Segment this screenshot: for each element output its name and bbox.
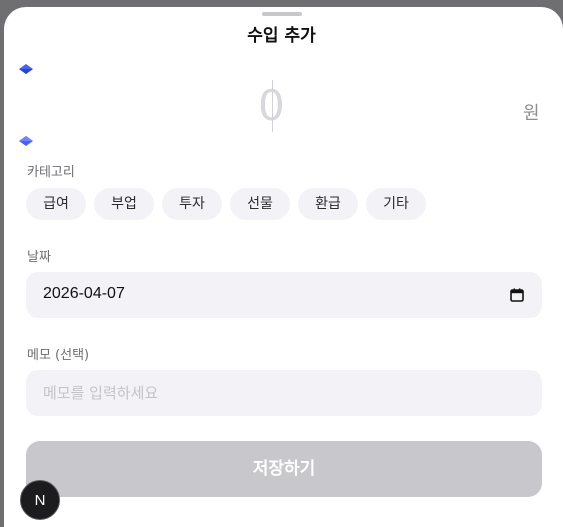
category-chip-investment[interactable]: 투자 (162, 188, 222, 220)
increment-arrow-icon[interactable] (17, 63, 35, 75)
calendar-icon[interactable] (509, 287, 525, 303)
dev-tools-badge[interactable]: N (20, 480, 60, 520)
date-field[interactable]: 2026-04-07 (26, 272, 542, 318)
category-chip-gift[interactable]: 선물 (230, 188, 290, 220)
decrement-arrow-icon[interactable] (17, 135, 35, 147)
memo-label: 메모 (선택) (27, 348, 90, 363)
category-chip-other[interactable]: 기타 (366, 188, 426, 220)
text-caret (272, 80, 273, 132)
memo-input[interactable] (26, 370, 542, 416)
save-button[interactable]: 저장하기 (26, 441, 542, 497)
category-chip-refund[interactable]: 환급 (298, 188, 358, 220)
memo-field (26, 370, 542, 416)
amount-input[interactable]: 0 (200, 80, 350, 134)
category-chip-salary[interactable]: 급여 (26, 188, 86, 220)
sheet-drag-handle[interactable] (262, 12, 302, 16)
currency-unit: 원 (523, 103, 540, 124)
category-label: 카테고리 (27, 165, 75, 180)
sheet-title: 수입 추가 (247, 26, 316, 46)
category-chip-side-job[interactable]: 부업 (94, 188, 154, 220)
date-value: 2026-04-07 (43, 285, 125, 302)
date-label: 날짜 (27, 250, 51, 265)
